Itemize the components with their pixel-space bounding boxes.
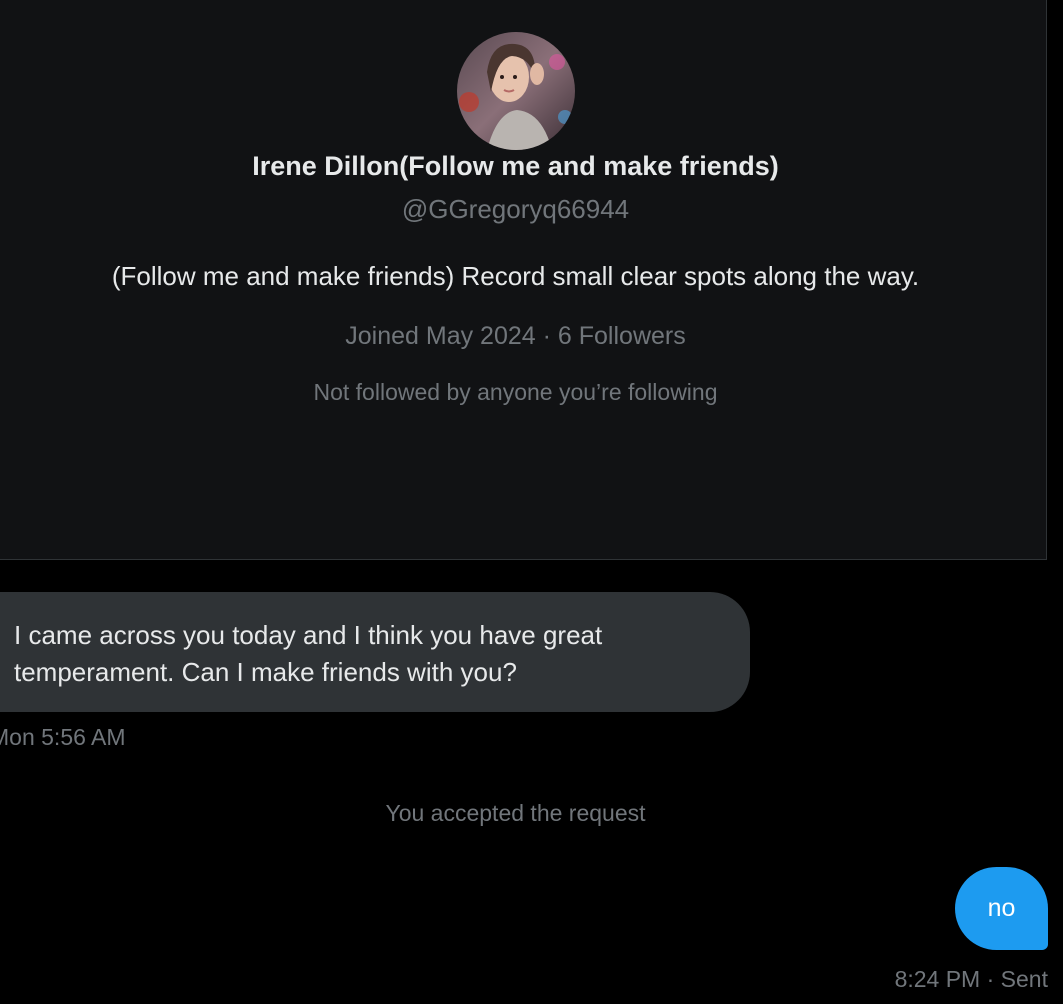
avatar[interactable] <box>457 32 575 150</box>
avatar-photo <box>457 32 575 150</box>
profile-meta: Joined May 2024 · 6 Followers <box>0 322 1031 351</box>
sent-status: Sent <box>1000 966 1048 992</box>
message-line: temperament. Can I make friends with you… <box>14 657 517 687</box>
profile-card: Irene Dillon(Follow me and make friends)… <box>0 0 1047 560</box>
profile-display-name[interactable]: Irene Dillon(Follow me and make friends) <box>0 151 1031 182</box>
profile-bio: (Follow me and make friends) Record smal… <box>111 261 920 291</box>
outgoing-message-time: 8:24 PM <box>894 966 981 992</box>
status-separator: · <box>986 966 995 992</box>
message-line: I came across you today and I think you … <box>14 620 603 650</box>
incoming-message-timestamp: Mon 5:56 AM <box>0 724 126 750</box>
outgoing-message-text: no <box>987 894 1016 922</box>
followers-count[interactable]: 6 Followers <box>558 322 686 350</box>
incoming-message-bubble[interactable]: I came across you today and I think you … <box>0 592 750 712</box>
profile-handle[interactable]: @GGregoryq66944 <box>0 194 1031 225</box>
joined-date: Joined May 2024 <box>345 322 536 350</box>
outgoing-message-status: 8:24 PM · Sent <box>895 966 1048 993</box>
outgoing-message-bubble[interactable]: no <box>955 867 1048 950</box>
meta-separator: · <box>542 322 551 350</box>
request-accepted-notice: You accepted the request <box>385 800 646 826</box>
social-proof: Not followed by anyone you’re following <box>313 379 718 405</box>
